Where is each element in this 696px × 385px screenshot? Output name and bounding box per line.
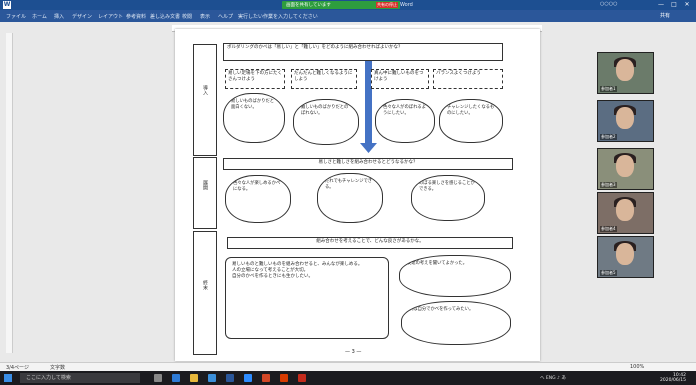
participant-name: 参加者3 [600, 182, 617, 188]
share-button[interactable]: 共有 [660, 12, 670, 19]
tab-home[interactable]: ホーム [32, 13, 47, 20]
participant-face [616, 107, 634, 129]
tab-insert[interactable]: 挿入 [54, 13, 64, 20]
tell-me-search[interactable]: 実行したい作業を入力してください [238, 13, 318, 20]
video-tile-1[interactable]: 参加者1 [597, 52, 654, 94]
idea-box-4: バランスよくつけよう [433, 69, 503, 89]
tab-layout[interactable]: レイアウト [98, 13, 123, 20]
video-tile-5[interactable]: 参加者5 [597, 236, 654, 278]
task-view-icon[interactable] [154, 374, 162, 382]
zoom-level[interactable]: 100% [630, 364, 644, 370]
document-page[interactable]: 導入 ボルダリングのかべは「易しい」と「難しい」をどのように組み合わせればよいか… [175, 29, 540, 361]
page-number: — 3 — [345, 349, 362, 355]
video-tile-4[interactable]: 参加者4 [597, 192, 654, 234]
participant-name: 参加者2 [600, 134, 617, 140]
top-question-box: ボルダリングのかべは「易しい」と「難しい」をどのように組み合わせればよいかな？ [223, 43, 503, 61]
tab-mailings[interactable]: 差し込み文書 [150, 13, 180, 20]
tab-file[interactable]: ファイル [6, 13, 26, 20]
tab-review[interactable]: 校閲 [182, 13, 192, 20]
video-tile-3[interactable]: 参加者3 [597, 148, 654, 190]
tab-view[interactable]: 表示 [200, 13, 210, 20]
thought-cloud-4: チャレンジしたくなるものにしたい。 [439, 99, 503, 143]
minimize-icon[interactable]: — [656, 1, 666, 9]
word-taskbar-icon[interactable] [226, 374, 234, 382]
thought-cloud-8: 友達の考えを聞いてよかった。 [399, 255, 511, 297]
tab-design[interactable]: デザイン [72, 13, 92, 20]
idea-box-1: 易しい足場を下の方にたくさんつけよう [225, 69, 285, 89]
tab-help[interactable]: ヘルプ [218, 13, 233, 20]
idea-box-3: 真ん中に難しいものをつけよう [371, 69, 429, 89]
share-status-label: 画面を共有しています [286, 3, 331, 8]
taskbar-search-input[interactable]: ここに入力して検索 [20, 373, 140, 383]
summary-item: 自分のかべを作るときにも生かしたい。 [232, 274, 313, 279]
idea-box-2: だんだんと難しくなるようにしよう [291, 69, 357, 89]
section-box-closing: 終末 [193, 231, 217, 355]
vertical-ruler[interactable] [6, 33, 13, 353]
maximize-icon[interactable]: □ [669, 1, 679, 9]
start-icon[interactable] [4, 374, 12, 382]
user-name[interactable]: ○○○○ [600, 1, 617, 7]
participant-face [616, 59, 634, 81]
participant-face [616, 199, 634, 221]
participant-face [616, 155, 634, 177]
edge-icon[interactable] [172, 374, 180, 382]
windows-taskbar: ここに入力して検索 へ ENG ♪ あ 10:42 2020/06/15 [0, 371, 696, 385]
clock[interactable]: 10:42 2020/06/15 [660, 373, 686, 383]
section-box-develop: 展開 [193, 157, 217, 229]
page-count[interactable]: 3/4ページ [6, 364, 29, 371]
thought-cloud-7: のぼる楽しさを感じることができる。 [411, 175, 485, 221]
screen-share-bar: 画面を共有しています 共有の停止 [282, 1, 400, 9]
participant-name: 参加者5 [600, 270, 617, 276]
ribbon-tabs: ファイル ホーム 挿入 デザイン レイアウト 参考資料 差し込み文書 校閲 表示… [0, 10, 696, 22]
word-count[interactable]: 文字数 [50, 364, 65, 371]
thought-cloud-1: 易しいものばかりだと面白くない。 [223, 93, 285, 143]
thought-cloud-3: 色々な人がのぼれるようにしたい。 [375, 99, 435, 143]
section-label-intro: 導入 [202, 85, 208, 95]
office-icon[interactable] [280, 374, 288, 382]
word-app-icon[interactable]: W [3, 1, 11, 9]
section-box-intro: 導入 [193, 44, 217, 156]
thought-cloud-2: 難しいものばかりだとのぼれない。 [293, 99, 359, 145]
question-box-3: 組み合わせを考えることで、どんな良さがあるかな。 [227, 237, 513, 249]
store-icon[interactable] [208, 374, 216, 382]
participant-face [616, 243, 634, 265]
participant-name: 参加者4 [600, 226, 617, 232]
tab-references[interactable]: 参考資料 [126, 13, 146, 20]
acrobat-icon[interactable] [298, 374, 306, 382]
participant-name: 参加者1 [600, 86, 617, 92]
question-box-2: 易しさと難しさを組み合わせるとどうなるかな？ [223, 158, 513, 170]
close-icon[interactable]: ✕ [682, 1, 692, 9]
section-label-develop: 展開 [202, 180, 208, 190]
clock-date: 2020/06/15 [660, 378, 686, 383]
powerpoint-icon[interactable] [262, 374, 270, 382]
thought-cloud-5: 色々な人が楽しめるかべになる。 [225, 175, 291, 223]
system-tray[interactable]: へ ENG ♪ あ [540, 375, 566, 381]
flow-arrow-head [360, 143, 377, 153]
explorer-icon[interactable] [190, 374, 198, 382]
thought-cloud-6: だれでもチャレンジできる。 [317, 173, 383, 223]
summary-box: 易しいものと難しいものを組み合わせると、みんなが楽しめる。 人の立場になって考え… [225, 257, 389, 339]
zoom-taskbar-icon[interactable] [244, 374, 252, 382]
thought-cloud-9: 次は自分でかべを作ってみたい。 [401, 301, 511, 345]
video-tile-2[interactable]: 参加者2 [597, 100, 654, 142]
stop-share-button[interactable]: 共有の停止 [376, 2, 398, 8]
section-label-closing: 終末 [202, 280, 208, 290]
